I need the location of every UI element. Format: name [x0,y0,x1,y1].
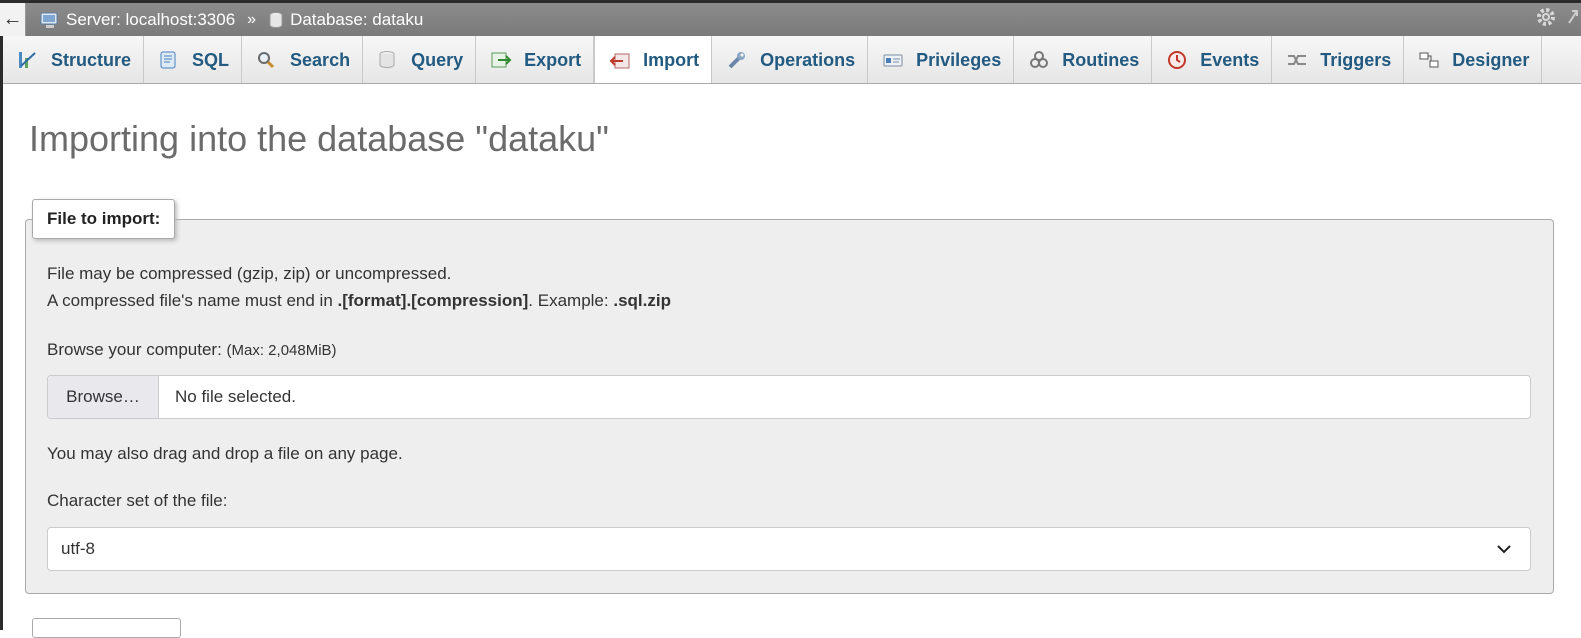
filename-note-mid: . Example: [528,291,614,310]
collapse-icon[interactable] [1567,7,1579,32]
tab-routines-label: Routines [1062,49,1140,70]
charset-select-value: utf-8 [61,539,96,558]
tab-triggers-label: Triggers [1320,49,1392,70]
tab-privileges[interactable]: Privileges [868,36,1015,83]
triggers-icon [1286,50,1308,70]
tab-designer-label: Designer [1452,49,1530,70]
tab-operations-label: Operations [760,49,856,70]
clock-icon [1166,50,1188,70]
database-icon [268,11,284,29]
chevron-down-icon [1496,539,1512,559]
back-arrow-icon: ← [2,8,23,30]
browse-button[interactable]: Browse… [48,376,159,418]
structure-icon [17,50,39,70]
gear-icon[interactable] [1535,6,1557,33]
tab-events[interactable]: Events [1152,36,1273,83]
tab-events-label: Events [1200,49,1260,70]
compress-note: File may be compressed (gzip, zip) or un… [47,264,452,283]
filename-note-format: .[format].[compression] [337,291,529,310]
tab-query[interactable]: Query [363,36,477,83]
tab-export[interactable]: Export [476,36,595,83]
tab-privileges-label: Privileges [916,49,1002,70]
tab-search-label: Search [290,49,351,70]
import-icon [609,51,631,71]
back-arrow-button[interactable]: ← [0,3,26,36]
tab-routines[interactable]: Routines [1014,36,1153,83]
query-icon [377,50,399,70]
tab-operations[interactable]: Operations [712,36,869,83]
tab-structure-label: Structure [51,49,132,70]
page-title: Importing into the database "dataku" [29,118,609,159]
browse-label: Browse your computer: (Max: 2,048MiB) [47,340,337,360]
file-input[interactable]: Browse… No file selected. [47,375,1531,419]
tab-triggers[interactable]: Triggers [1272,36,1405,83]
tab-designer[interactable]: Designer [1404,36,1543,83]
browse-label-text: Browse your computer: [47,340,227,359]
tab-import[interactable]: Import [594,36,713,83]
file-status: No file selected. [175,387,296,406]
breadcrumb-server-label: Server: localhost:3306 [66,9,236,29]
filename-note-example: .sql.zip [613,291,671,310]
charset-label: Character set of the file: [47,491,228,510]
tab-structure[interactable]: Structure [3,36,145,83]
designer-icon [1418,50,1440,70]
tab-export-label: Export [524,49,582,70]
tab-search[interactable]: Search [242,36,364,83]
server-icon [40,11,60,29]
tab-query-label: Query [411,49,464,70]
browse-max-size: (Max: 2,048MiB) [226,342,337,359]
topbar-controls [1535,3,1581,36]
filename-note: A compressed file's name must end in .[f… [47,291,671,311]
breadcrumb-database[interactable]: Database: dataku [268,10,423,30]
breadcrumb-separator: » [247,10,257,28]
wrench-icon [726,50,748,70]
export-icon [490,50,512,70]
breadcrumb-bar: ← Server: localhost:3306 » Database: dat… [0,0,1581,36]
tab-bar: Structure SQL Search Query Export Import… [3,36,1581,84]
fieldset-legend: File to import: [32,199,176,239]
routines-icon [1028,50,1050,70]
breadcrumb-server[interactable]: Server: localhost:3306 [40,10,235,30]
filename-note-prefix: A compressed file's name must end in [47,291,338,310]
breadcrumb-database-label: Database: dataku [290,9,424,29]
charset-select[interactable]: utf-8 [47,527,1531,571]
tab-sql-label: SQL [192,49,230,70]
sql-icon [158,50,180,70]
left-edge [0,36,3,630]
tab-import-label: Import [643,50,700,70]
next-fieldset-legend [32,618,181,638]
drag-drop-note: You may also drag and drop a file on any… [47,444,403,463]
tab-sql[interactable]: SQL [144,36,243,83]
search-icon [256,50,278,70]
privileges-icon [882,50,904,70]
